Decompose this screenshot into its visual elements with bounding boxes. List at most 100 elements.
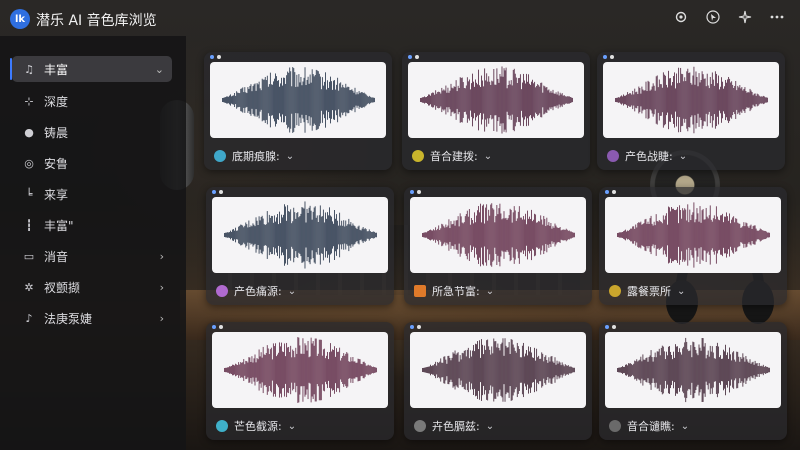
chevron-right-icon: ›: [159, 280, 164, 294]
title-bar: lk 潜乐 AI 音色库浏览: [0, 0, 800, 36]
waveform-preview[interactable]: [410, 332, 586, 408]
sidebar-item-7[interactable]: ✲ 衩颤撷 ›: [12, 274, 172, 300]
status-dot: [417, 325, 421, 329]
sidebar-item-label: 衩颤撷: [44, 280, 81, 295]
app-title: 潜乐 AI 音色库浏览: [36, 13, 157, 29]
waveform-preview[interactable]: [212, 332, 388, 408]
voice-badge-icon: [414, 420, 426, 432]
card-status-dots: [210, 55, 221, 59]
card-meta[interactable]: 芒色截源: ⌄: [216, 418, 296, 434]
sound-card[interactable]: 芒色截源: ⌄: [206, 322, 394, 440]
status-dot: [219, 325, 223, 329]
card-status-dots: [603, 55, 614, 59]
waveform-preview[interactable]: [603, 62, 779, 138]
voice-badge-icon: [414, 285, 426, 297]
sidebar-item-label: 丰富: [44, 62, 69, 77]
sidebar-item-2[interactable]: ● 铸晨: [12, 119, 172, 145]
status-dot: [417, 190, 421, 194]
sound-card[interactable]: 音合谴瞧: ⌄: [599, 322, 787, 440]
status-dot: [610, 55, 614, 59]
voice-badge-icon: [609, 285, 621, 297]
target-icon: ◎: [24, 156, 34, 170]
cursor-icon[interactable]: [704, 8, 722, 26]
card-status-dots: [605, 190, 616, 194]
card-status-dots: [410, 325, 421, 329]
chevron-down-icon[interactable]: ⌄: [486, 286, 494, 297]
chevron-down-icon[interactable]: ⌄: [681, 421, 689, 432]
sound-card[interactable]: 产色痛源: ⌄: [206, 187, 394, 305]
chevron-down-icon[interactable]: ⌄: [286, 151, 294, 162]
sidebar-item-label: 来享: [44, 187, 69, 202]
card-meta[interactable]: 产色战睫: ⌄: [607, 148, 687, 164]
status-dot: [612, 325, 616, 329]
sound-card[interactable]: 露餐票所 ⌄: [599, 187, 787, 305]
user-icon: ●: [24, 125, 34, 139]
sound-card[interactable]: 产色战睫: ⌄: [597, 52, 785, 170]
sidebar-item-5[interactable]: ┇ 丰富": [12, 212, 172, 238]
voice-badge-icon: [216, 285, 228, 297]
status-dot: [219, 190, 223, 194]
card-meta[interactable]: 露餐票所 ⌄: [609, 283, 685, 299]
card-label: 音合谴瞧:: [627, 420, 675, 433]
sidebar-item-8[interactable]: ♪ 法庚泵婕 ›: [12, 305, 172, 331]
sidebar-item-label: 铸晨: [44, 125, 69, 140]
more-icon[interactable]: [768, 8, 786, 26]
sound-card[interactable]: 底期痕腺: ⌄: [204, 52, 392, 170]
card-status-dots: [212, 325, 223, 329]
sound-card[interactable]: 卉色膈兹: ⌄: [404, 322, 592, 440]
waveform-preview[interactable]: [210, 62, 386, 138]
status-dot: [212, 325, 216, 329]
chevron-down-icon[interactable]: ⌄: [486, 421, 494, 432]
card-status-dots: [408, 55, 419, 59]
sidebar-item-label: 深度: [44, 94, 69, 109]
status-dot: [212, 190, 216, 194]
sound-card[interactable]: 所急节富: ⌄: [404, 187, 592, 305]
voice-badge-icon: [607, 150, 619, 162]
gear-icon[interactable]: [672, 8, 690, 26]
active-indicator: [10, 58, 12, 80]
waveform-preview[interactable]: [410, 197, 586, 273]
waveform-preview[interactable]: [408, 62, 584, 138]
card-label: 芒色截源:: [234, 420, 282, 433]
card-label: 底期痕腺:: [232, 150, 280, 163]
app-logo: lk: [10, 9, 30, 29]
chevron-down-icon[interactable]: ⌄: [677, 286, 685, 297]
chevron-right-icon: ›: [159, 249, 164, 263]
chart-icon: ╘: [25, 187, 33, 201]
card-status-dots: [605, 325, 616, 329]
sidebar-item-3[interactable]: ◎ 安鲁: [12, 150, 172, 176]
card-meta[interactable]: 音合谴瞧: ⌄: [609, 418, 689, 434]
sidebar-item-6[interactable]: ▭ 消音 ›: [12, 243, 172, 269]
voice-badge-icon: [412, 150, 424, 162]
sparkle-icon[interactable]: [736, 8, 754, 26]
chevron-down-icon[interactable]: ⌄: [288, 286, 296, 297]
waveform-preview[interactable]: [212, 197, 388, 273]
card-meta[interactable]: 音合建拨: ⌄: [412, 148, 492, 164]
sound-card[interactable]: 音合建拨: ⌄: [402, 52, 590, 170]
piano-icon: ♫: [24, 62, 34, 76]
layers-icon: ▭: [23, 249, 35, 263]
status-dot: [415, 55, 419, 59]
card-status-dots: [410, 190, 421, 194]
chevron-down-icon[interactable]: ⌄: [679, 151, 687, 162]
card-meta[interactable]: 底期痕腺: ⌄: [214, 148, 294, 164]
card-meta[interactable]: 产色痛源: ⌄: [216, 283, 296, 299]
waveform-preview[interactable]: [605, 197, 781, 273]
sidebar: ♫ 丰富 ⌄ ⊹ 深度 ● 铸晨 ◎ 安鲁 ╘ 来享 ┇ 丰富" ▭ 消音 › …: [0, 36, 186, 450]
card-meta[interactable]: 所急节富: ⌄: [414, 283, 494, 299]
sidebar-item-1[interactable]: ⊹ 深度: [12, 88, 172, 114]
card-label: 卉色膈兹:: [432, 420, 480, 433]
sidebar-item-4[interactable]: ╘ 来享: [12, 181, 172, 207]
voice-badge-icon: [609, 420, 621, 432]
card-label: 露餐票所: [627, 285, 671, 298]
waveform-preview[interactable]: [605, 332, 781, 408]
card-status-dots: [212, 190, 223, 194]
chevron-right-icon: ›: [159, 311, 164, 325]
sidebar-item-label: 法庚泵婕: [44, 311, 93, 326]
chevron-down-icon[interactable]: ⌄: [484, 151, 492, 162]
card-label: 产色战睫:: [625, 150, 673, 163]
card-meta[interactable]: 卉色膈兹: ⌄: [414, 418, 494, 434]
titlebar-icons: [672, 8, 786, 26]
chevron-down-icon[interactable]: ⌄: [288, 421, 296, 432]
sidebar-item-0[interactable]: ♫ 丰富 ⌄: [12, 56, 172, 82]
